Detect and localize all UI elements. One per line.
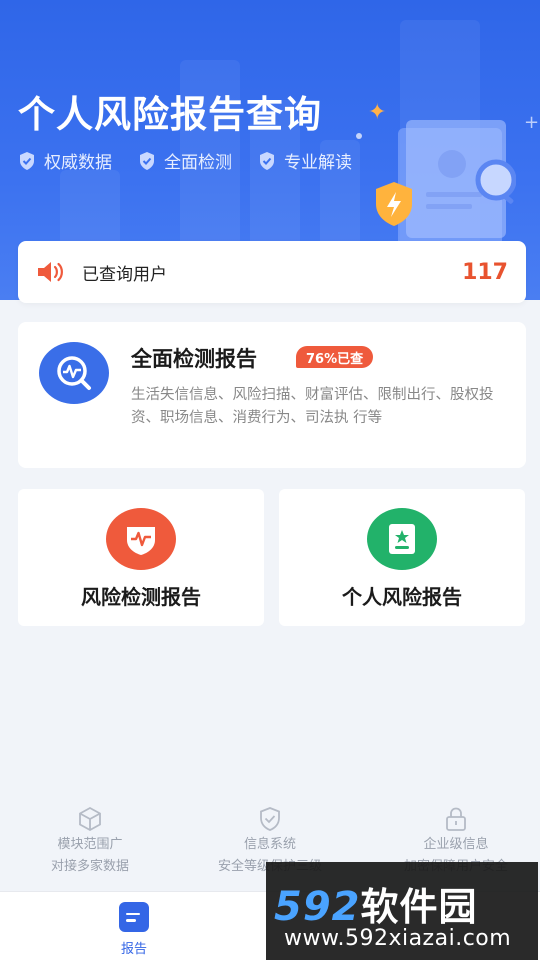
- tile-label: 个人风险报告: [342, 585, 462, 609]
- feature-item: 专业解读: [258, 148, 352, 173]
- risk-detection-report-tile[interactable]: 风险检测报告: [18, 489, 264, 626]
- watermark-url: www.592xiazai.com: [284, 926, 512, 951]
- feature-item: 权威数据: [18, 148, 112, 173]
- document-star-icon: [389, 524, 415, 554]
- report-title: 全面检测报告: [131, 347, 257, 371]
- personal-risk-report-tile[interactable]: 个人风险报告: [279, 489, 525, 626]
- dot-decoration: [356, 133, 362, 139]
- shield-check-icon: [260, 807, 280, 831]
- report-icon-circle: [39, 342, 109, 404]
- report-description: 生活失信信息、风险扫描、财富评估、限制出行、股权投资、职场信息、消费行为、司法执…: [131, 387, 494, 426]
- footer-info-item: 模块范围广 对接多家数据: [0, 806, 180, 878]
- speaker-icon: [38, 262, 63, 282]
- watermark-brand-number: 592: [274, 884, 361, 930]
- tab-report[interactable]: 报告: [104, 902, 164, 957]
- footer-info-line1: 企业级信息: [423, 837, 489, 852]
- lightning-shield-icon: [376, 182, 412, 226]
- footer-info-line1: 信息系统: [243, 837, 296, 852]
- queried-users-count: 117: [462, 259, 508, 285]
- watermark-overlay: 592软件园 www.592xiazai.com: [266, 862, 538, 960]
- feature-list: 权威数据 全面检测 专业解读: [18, 148, 352, 173]
- tile-icon-circle: [106, 508, 176, 570]
- sparkle-icon: ✦: [368, 100, 387, 125]
- page-title: 个人风险报告查询: [18, 93, 322, 136]
- shield-check-icon: [140, 151, 154, 170]
- tile-icon-circle: [367, 508, 437, 570]
- shield-heartbeat-icon: [127, 527, 155, 555]
- magnifier-pulse-icon: [57, 356, 91, 390]
- shield-check-icon: [260, 151, 274, 170]
- tab-report-label: 报告: [120, 942, 147, 957]
- footer-info-line1: 模块范围广: [57, 837, 123, 852]
- full-detection-report-card[interactable]: 全面检测报告 76%已查 生活失信信息、风险扫描、财富评估、限制出行、股权投资、…: [18, 322, 526, 468]
- footer-info-line2: 对接多家数据: [50, 859, 129, 874]
- feature-label: 专业解读: [284, 153, 352, 173]
- queried-users-card: 已查询用户 117: [18, 241, 526, 303]
- feature-item: 全面检测: [138, 148, 232, 173]
- watermark-brand-text: 软件园: [360, 885, 478, 929]
- watermark-brand: 592软件园: [274, 876, 478, 931]
- cube-icon: [79, 806, 101, 832]
- shield-check-icon: [20, 151, 34, 170]
- feature-label: 全面检测: [164, 153, 232, 173]
- queried-users-label: 已查询用户: [82, 264, 167, 285]
- tile-label: 风险检测报告: [81, 585, 201, 609]
- report-tab-icon: [119, 902, 149, 932]
- lock-icon: [446, 807, 466, 831]
- feature-label: 权威数据: [44, 153, 112, 173]
- plus-decoration: +: [524, 112, 540, 133]
- progress-badge: 76%已查: [296, 346, 374, 368]
